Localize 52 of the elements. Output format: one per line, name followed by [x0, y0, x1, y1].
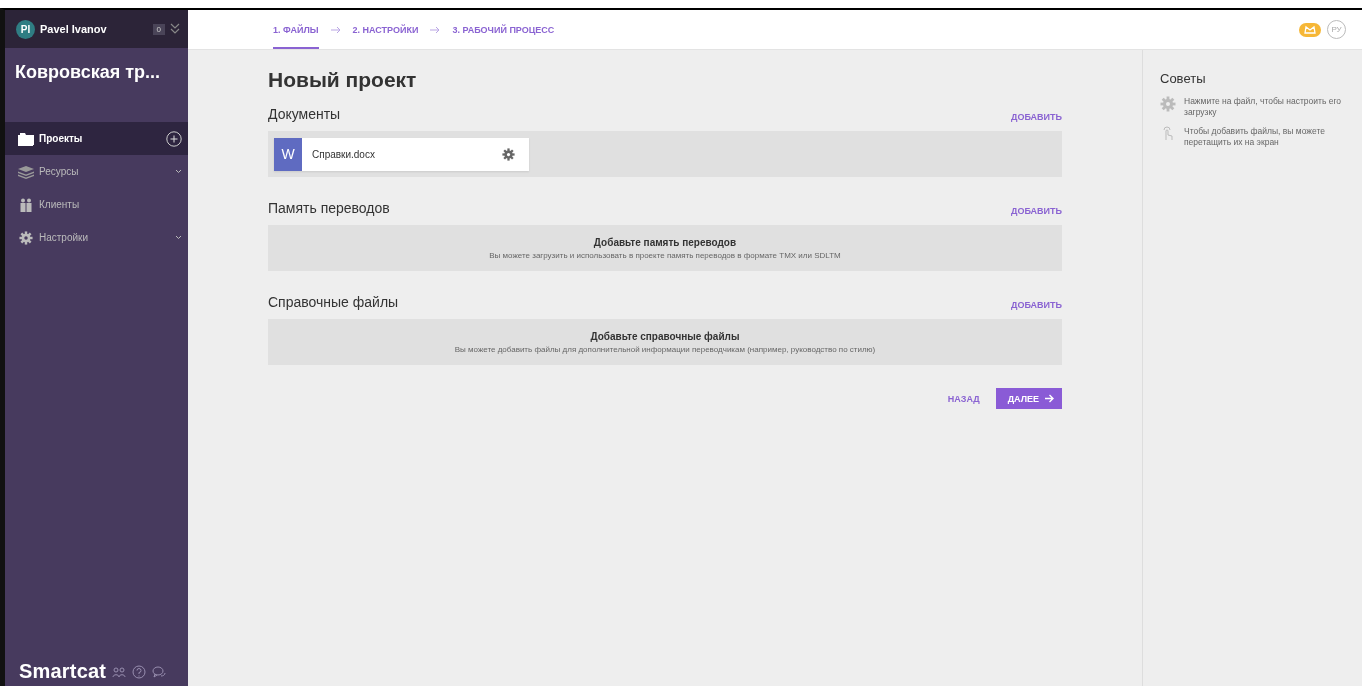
chat-icon[interactable]: [152, 664, 167, 679]
settings-icon: [17, 230, 35, 245]
help-icon[interactable]: [132, 664, 147, 679]
file-card[interactable]: W Справки.docx: [274, 137, 529, 171]
add-link[interactable]: ДОБАВИТЬ: [1011, 300, 1062, 310]
page-title: Новый проект: [268, 68, 418, 92]
sidebar-item[interactable]: Клиенты: [5, 188, 188, 221]
notification-count[interactable]: 0: [152, 23, 165, 35]
caret-icon: [175, 169, 182, 174]
drop-zone-title: Добавьте справочные файлы: [590, 330, 740, 342]
file-type-badge: W: [274, 137, 302, 171]
tip-text: Нажмите на файл, чтобы настроить его загрузку: [1184, 96, 1343, 118]
drop-zone-text: Вы можете загрузить и использовать в проекте память переводов в формате TMX или SDLTM: [489, 250, 841, 260]
settings-icon[interactable]: [502, 147, 515, 161]
drop-zone-text: Вы можете добавить файлы для дополнительной информации переводчикам (например, руководство по стилю): [454, 344, 876, 354]
back-button[interactable]: НАЗАД: [947, 393, 980, 404]
sidebar-item-label: Ресурсы: [39, 166, 80, 177]
folder-icon: [17, 131, 35, 146]
double-chevron-icon[interactable]: [170, 23, 180, 35]
caret-icon: [175, 235, 182, 240]
arrow-icon: [430, 25, 441, 34]
add-icon[interactable]: [166, 130, 182, 147]
section-title: Память переводов: [268, 200, 390, 216]
next-button[interactable]: ДАЛЕЕ: [995, 388, 1062, 409]
tip-text: Чтобы добавить файлы, вы можете перетащить их на экран: [1184, 126, 1326, 148]
sidebar-item[interactable]: Настройки: [5, 221, 188, 254]
sidebar-item[interactable]: Ресурсы: [5, 155, 188, 188]
tips-title: Советы: [1160, 71, 1207, 86]
gear-icon: [1160, 96, 1176, 112]
sidebar-item[interactable]: Проекты: [5, 122, 188, 155]
hand-pointer-icon: [1160, 126, 1176, 143]
section-title: Документы: [268, 106, 341, 122]
logo: Smartcat: [19, 660, 107, 683]
user-avatar: PI: [16, 19, 35, 39]
sidebar-item-label: Клиенты: [39, 199, 81, 210]
sidebar-item-label: Проекты: [39, 133, 84, 144]
user-name[interactable]: Pavel Ivanov: [40, 23, 148, 35]
section-title: Справочные файлы: [268, 294, 399, 310]
team-icon[interactable]: [112, 664, 127, 679]
premium-badge[interactable]: [1299, 22, 1321, 37]
step-tab[interactable]: 3. РАБОЧИЙ ПРОЦЕСС: [452, 10, 555, 49]
sidebar-item-label: Настройки: [39, 232, 90, 243]
arrow-icon: [330, 25, 341, 34]
layers-icon: [17, 164, 35, 179]
add-link[interactable]: ДОБАВИТЬ: [1011, 112, 1062, 122]
drop-zone-title: Добавьте память переводов: [593, 236, 737, 248]
workspace-title: Ковровская тр...: [14, 61, 161, 84]
step-tab[interactable]: 2. НАСТРОЙКИ: [352, 10, 419, 49]
step-tab[interactable]: 1. ФАЙЛЫ: [273, 10, 319, 49]
add-link[interactable]: ДОБАВИТЬ: [1011, 206, 1062, 216]
arrow-icon: [1045, 394, 1054, 403]
file-name: Справки.docx: [311, 148, 376, 160]
